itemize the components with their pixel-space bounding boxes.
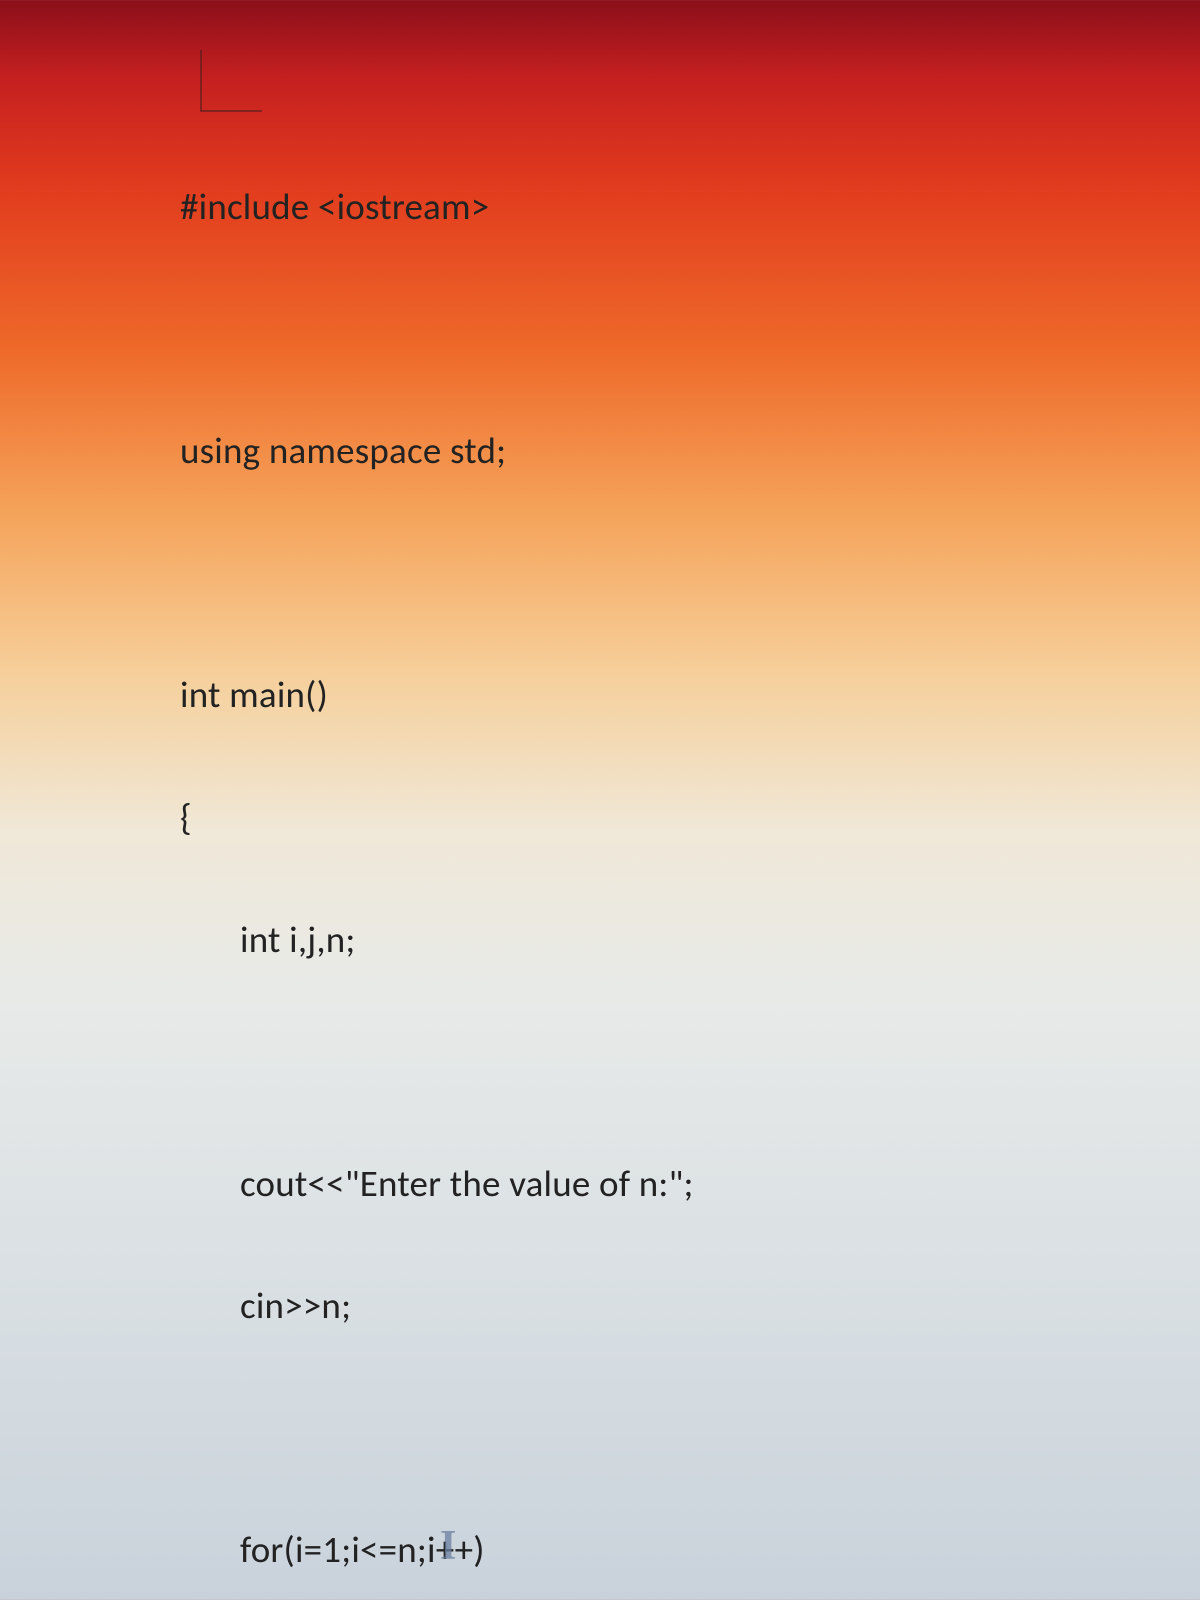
code-line: for(i=1;i<=n;i++)	[180, 1519, 694, 1580]
code-line: cout<<"Enter the value of n:";	[180, 1153, 694, 1214]
code-line	[180, 298, 694, 359]
code-line: int main()	[180, 664, 694, 725]
code-line	[180, 542, 694, 603]
code-line: {	[180, 787, 694, 848]
text-cursor-icon: I	[440, 1522, 452, 1570]
code-block: #include <iostream> using namespace std;…	[180, 115, 694, 1600]
code-line: using namespace std;	[180, 420, 694, 481]
code-line: int i,j,n;	[180, 909, 694, 970]
code-line	[180, 1397, 694, 1458]
code-line: cin>>n;	[180, 1275, 694, 1336]
code-line	[180, 1031, 694, 1092]
text-cursor-mark	[200, 50, 262, 112]
code-line: #include <iostream>	[180, 176, 694, 237]
